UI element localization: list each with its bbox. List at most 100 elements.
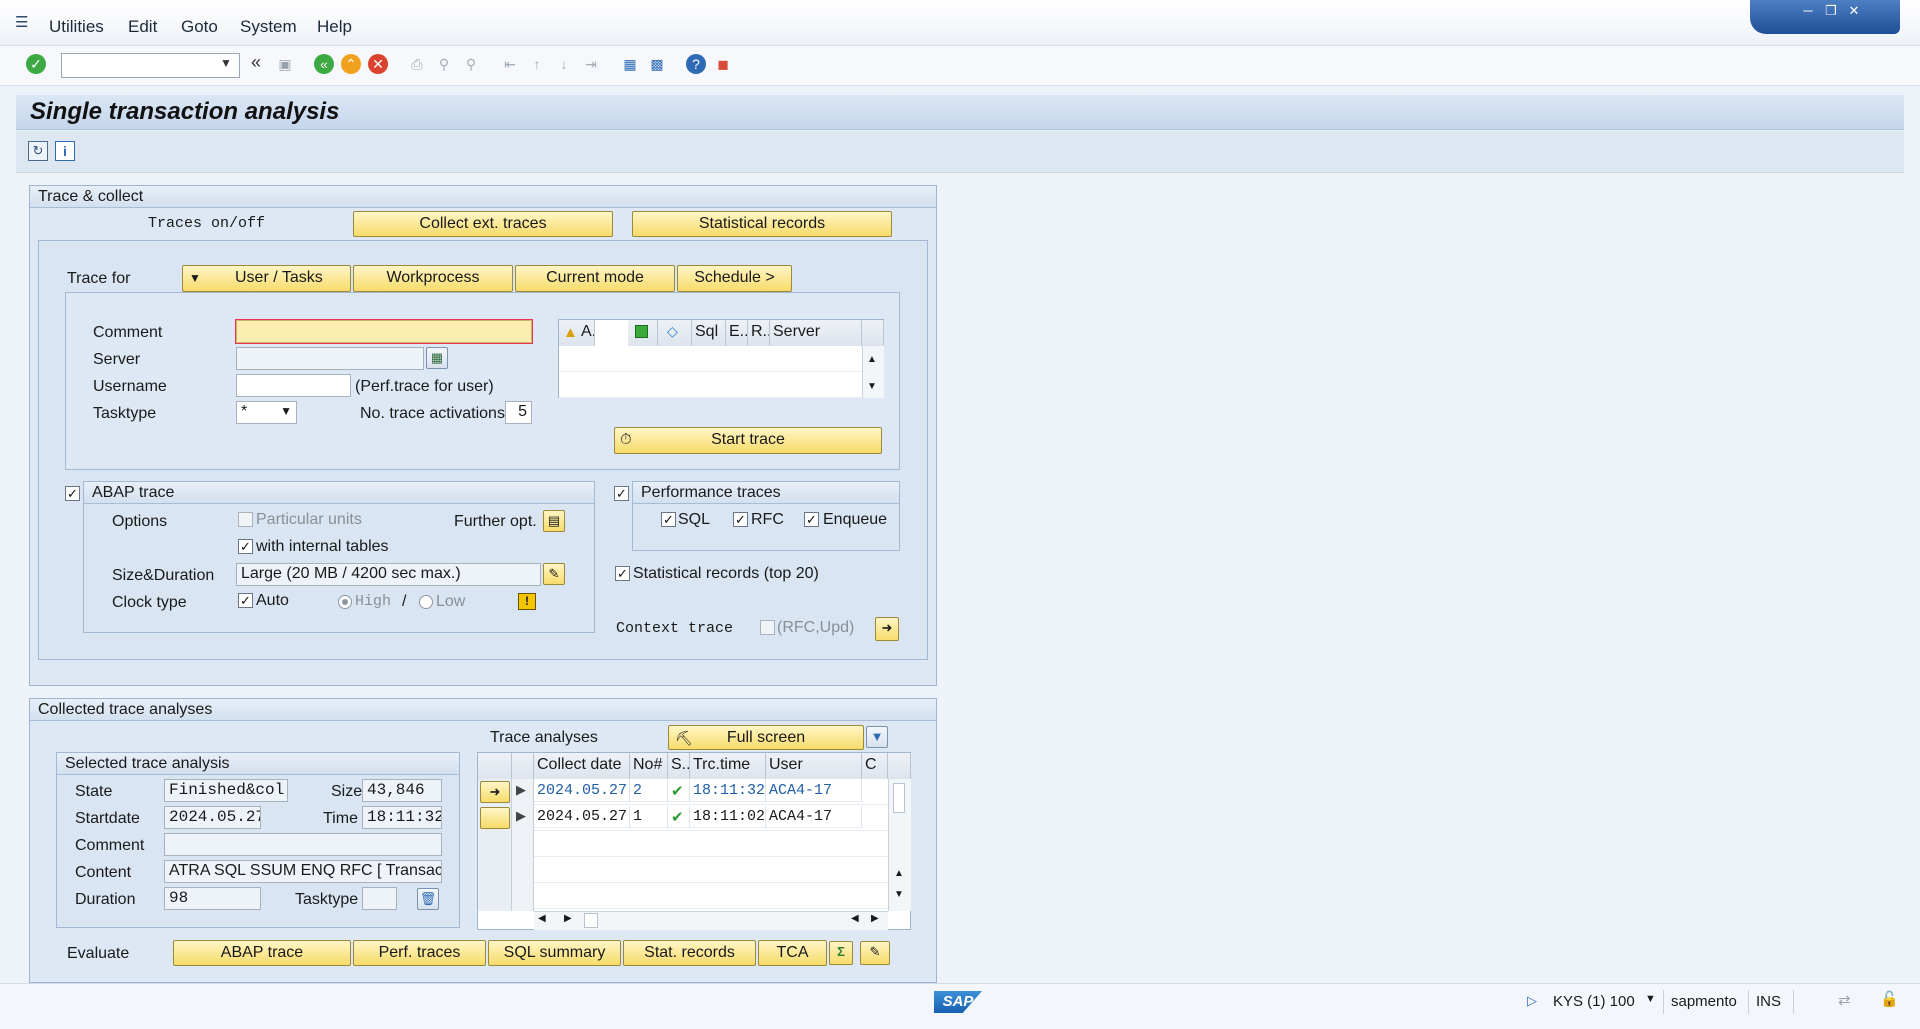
tab-schedule[interactable]: Schedule > — [677, 265, 792, 292]
tab-workprocess[interactable]: Workprocess — [353, 265, 513, 292]
col-status[interactable]: S.. — [668, 753, 690, 779]
save-icon[interactable]: ▣ — [275, 54, 295, 74]
row-2-date[interactable]: 2024.05.27 — [534, 806, 630, 828]
next-page-icon[interactable]: ↓ — [554, 54, 574, 74]
trace-activations-field[interactable]: 5 — [505, 401, 532, 424]
sql-checkbox[interactable]: ✓ — [661, 512, 676, 527]
eval-sql-summary-button[interactable]: SQL summary — [488, 940, 621, 966]
menu-system[interactable]: System — [240, 17, 297, 37]
state-field[interactable]: Finished&col.. — [164, 779, 288, 802]
menu-help[interactable]: Help — [317, 17, 352, 37]
first-page-icon[interactable]: ⇤ — [500, 54, 520, 74]
back-icon[interactable]: « — [314, 54, 334, 74]
comment-field[interactable] — [235, 319, 533, 344]
server-grid-col-e[interactable]: E.. — [726, 320, 748, 346]
server-grid-col-server[interactable]: Server — [770, 320, 862, 346]
command-dropdown-icon[interactable]: ▼ — [220, 56, 232, 70]
lock-icon[interactable]: 🔓 — [1880, 990, 1899, 1008]
col-collect-date[interactable]: Collect date — [534, 753, 630, 779]
layout-icon[interactable]: ◼ — [713, 54, 733, 74]
eval-perf-traces-button[interactable]: Perf. traces — [353, 940, 486, 966]
select-all-cell[interactable] — [478, 753, 512, 779]
cancel-icon[interactable]: ✕ — [368, 54, 388, 74]
row-2-no[interactable]: 1 — [630, 806, 668, 828]
hscroll-end-right-icon[interactable]: ▶ — [871, 913, 879, 924]
col-user[interactable]: User — [766, 753, 862, 779]
tasktype-select[interactable]: * ▼ — [236, 401, 297, 424]
collected-tasktype-field[interactable] — [362, 887, 397, 910]
collect-ext-traces-button[interactable]: Collect ext. traces — [353, 211, 613, 237]
internal-tables-checkbox[interactable]: ✓ — [238, 539, 253, 554]
close-icon[interactable]: ✕ — [1845, 3, 1863, 19]
menu-goto[interactable]: Goto — [181, 17, 218, 37]
menu-utilities[interactable]: Utilities — [49, 17, 104, 37]
row-1-user[interactable]: ACA4-17 — [766, 780, 862, 802]
server-grid-col-status[interactable] — [628, 320, 658, 346]
eval-tca-button[interactable]: TCA — [758, 940, 827, 966]
clock-low-radio[interactable] — [419, 595, 433, 609]
duration-field[interactable]: 98 — [164, 887, 261, 910]
menu-icon[interactable]: ☰ — [15, 13, 28, 31]
table-scroll-down-icon[interactable]: ▼ — [894, 889, 904, 900]
menu-edit[interactable]: Edit — [128, 17, 157, 37]
status-expand-icon[interactable]: ▷ — [1527, 993, 1537, 1009]
info-icon[interactable]: i — [55, 141, 75, 161]
server-field[interactable] — [236, 347, 424, 370]
row-1-selector[interactable]: ➜ — [480, 781, 510, 803]
username-field[interactable] — [236, 374, 351, 397]
collapse-icon[interactable]: « — [251, 52, 261, 73]
enter-icon[interactable]: ✓ — [26, 54, 46, 74]
system-dropdown-icon[interactable]: ▼ — [1645, 993, 1656, 1005]
collected-comment-field[interactable] — [164, 833, 442, 856]
server-select-icon[interactable]: ▦ — [426, 347, 448, 369]
refresh-icon[interactable]: ↻ — [28, 141, 48, 161]
row-2-user[interactable]: ACA4-17 — [766, 806, 862, 828]
enqueue-checkbox[interactable]: ✓ — [804, 512, 819, 527]
hscroll-thumb[interactable] — [584, 913, 598, 928]
col-trc-time[interactable]: Trc.time — [690, 753, 766, 779]
start-trace-button[interactable]: ⏱ Start trace — [614, 427, 882, 454]
row-1-date[interactable]: 2024.05.27 — [534, 780, 630, 802]
size-field[interactable]: 43,846 — [362, 779, 442, 802]
new-session-icon[interactable]: ▦ — [620, 54, 640, 74]
last-page-icon[interactable]: ⇥ — [581, 54, 601, 74]
hscroll-right-icon[interactable]: ▶ — [564, 913, 572, 924]
context-trace-options-icon[interactable]: ➜ — [875, 617, 899, 641]
table-settings[interactable] — [888, 753, 911, 779]
row-1-no[interactable]: 2 — [630, 780, 668, 802]
system-info[interactable]: KYS (1) 100 — [1553, 993, 1635, 1010]
time-field[interactable]: 18:11:32 — [362, 806, 442, 829]
help-icon[interactable]: ? — [686, 54, 706, 74]
particular-units-checkbox[interactable] — [238, 512, 253, 527]
full-screen-button[interactable]: ⛏ Full screen — [668, 725, 864, 750]
clock-warning-icon[interactable]: ! — [518, 593, 536, 610]
rfc-checkbox[interactable]: ✓ — [733, 512, 748, 527]
performance-traces-checkbox[interactable]: ✓ — [614, 486, 629, 501]
input-mode[interactable]: INS — [1756, 993, 1781, 1010]
server-grid-col-r[interactable]: R.. — [748, 320, 770, 346]
tab-current-mode[interactable]: Current mode — [515, 265, 675, 292]
connection-icon[interactable]: ⇄ — [1838, 991, 1851, 1009]
row-1-expand-icon[interactable]: ▶ — [516, 782, 526, 798]
server-grid-col-diamond[interactable]: ◇ — [658, 320, 692, 346]
command-field[interactable] — [61, 53, 240, 78]
table-scroll-thumb[interactable] — [893, 783, 905, 813]
col-c[interactable]: C — [862, 753, 888, 779]
clock-auto-checkbox[interactable]: ✓ — [238, 593, 253, 608]
further-options-icon[interactable]: ▤ — [543, 510, 565, 532]
row-2-time[interactable]: 18:11:02 — [690, 806, 766, 828]
print-icon[interactable]: ⎙ — [407, 54, 427, 74]
eval-options-icon[interactable]: ✎ — [860, 941, 890, 965]
stat-records-top20-checkbox[interactable]: ✓ — [615, 566, 630, 581]
col-no[interactable]: No# — [630, 753, 668, 779]
row-2-expand-icon[interactable]: ▶ — [516, 808, 526, 824]
size-duration-field[interactable]: Large (20 MB / 4200 sec max.) — [236, 563, 541, 586]
content-field[interactable]: ATRA SQL SSUM ENQ RFC [ Transac.. — [164, 860, 442, 883]
server-grid-settings[interactable] — [862, 320, 884, 346]
row-2-selector[interactable] — [480, 807, 510, 829]
server-grid-col-sql[interactable]: Sql — [692, 320, 726, 346]
startdate-field[interactable]: 2024.05.27 — [164, 806, 261, 829]
table-scroll-up-icon[interactable]: ▲ — [894, 868, 904, 879]
minimize-icon[interactable]: ─ — [1799, 3, 1817, 19]
hscroll-left-icon[interactable]: ◀ — [538, 913, 546, 924]
